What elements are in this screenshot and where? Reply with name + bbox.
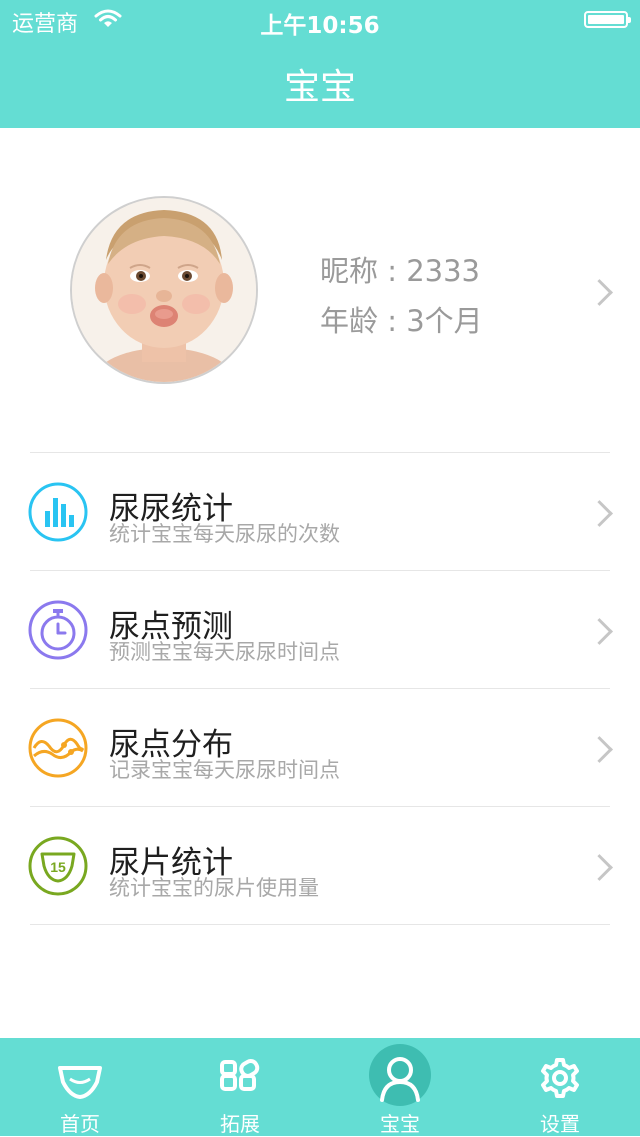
diaper-icon: [50, 1048, 110, 1108]
diaper-15-icon: 15: [28, 836, 88, 896]
menu-item-pee-prediction[interactable]: 尿点预测 预测宝宝每天尿尿时间点: [0, 571, 640, 689]
menu-item-diaper-stats[interactable]: 15 尿片统计 统计宝宝的尿片使用量: [0, 807, 640, 925]
bar-chart-icon: [28, 482, 88, 542]
divider: [30, 924, 610, 925]
tab-extend[interactable]: 拓展: [160, 1038, 320, 1136]
chevron-right-icon: [586, 618, 613, 645]
profile-card[interactable]: 昵称 : 2333 年龄 : 3个月: [0, 128, 640, 452]
wave-distribution-icon: [28, 718, 88, 778]
tab-baby[interactable]: 宝宝: [320, 1038, 480, 1136]
menu-item-subtitle: 统计宝宝每天尿尿的次数: [109, 522, 340, 546]
profile-info: 昵称 : 2333 年龄 : 3个月: [320, 246, 483, 346]
avatar: [70, 196, 258, 384]
tab-bar: 首页 拓展 宝宝 设置: [0, 1038, 640, 1136]
tab-label: 设置: [540, 1112, 580, 1136]
tab-home[interactable]: 首页: [0, 1038, 160, 1136]
menu-item-subtitle: 预测宝宝每天尿尿时间点: [109, 640, 340, 664]
navigation-header: 运营商 上午10:56 宝宝: [0, 0, 640, 128]
chevron-right-icon: [586, 854, 613, 881]
age-text: 年龄 : 3个月: [320, 304, 483, 338]
chevron-right-icon: [586, 279, 613, 306]
status-time: 上午10:56: [260, 13, 380, 39]
menu-item-subtitle: 统计宝宝的尿片使用量: [109, 876, 319, 900]
diaper-count-text: 15: [50, 859, 66, 875]
person-icon: [370, 1048, 430, 1108]
chevron-right-icon: [586, 500, 613, 527]
tab-settings[interactable]: 设置: [480, 1038, 640, 1136]
chevron-right-icon: [586, 736, 613, 763]
page-title: 宝宝: [283, 67, 356, 108]
tab-label: 拓展: [220, 1112, 260, 1136]
tab-label: 宝宝: [380, 1112, 420, 1136]
tab-label: 首页: [60, 1112, 100, 1136]
menu-item-pee-stats[interactable]: 尿尿统计 统计宝宝每天尿尿的次数: [0, 453, 640, 571]
apps-grid-icon: [210, 1048, 270, 1108]
battery-icon: [584, 11, 631, 28]
menu-item-pee-distribution[interactable]: 尿点分布 记录宝宝每天尿尿时间点: [0, 689, 640, 807]
menu-item-subtitle: 记录宝宝每天尿尿时间点: [109, 758, 340, 782]
nickname-text: 昵称 : 2333: [320, 254, 481, 288]
stopwatch-icon: [28, 600, 88, 660]
status-bar: 运营商 上午10:56: [0, 0, 640, 40]
gear-icon: [530, 1048, 590, 1108]
